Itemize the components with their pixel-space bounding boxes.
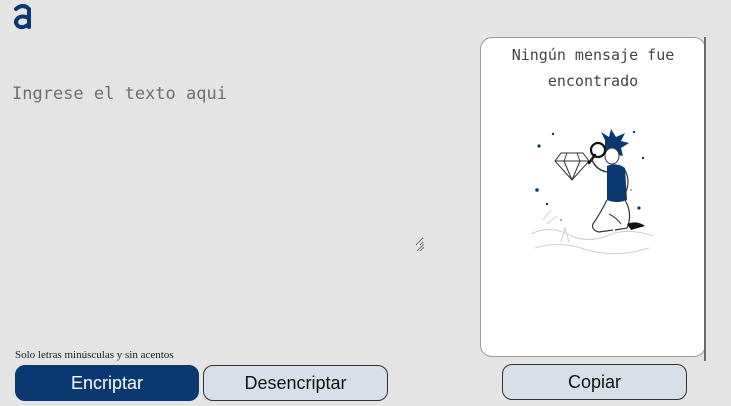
page: Solo letras minúsculas y sin acentos Enc… [0, 0, 731, 406]
text-input[interactable] [12, 84, 424, 246]
encrypt-button[interactable]: Encriptar [15, 365, 199, 401]
person-with-magnifier-icon [521, 124, 661, 264]
copy-button[interactable]: Copiar [502, 364, 687, 400]
resize-grip-icon[interactable] [416, 238, 425, 252]
decrypt-button[interactable]: Desencriptar [203, 365, 388, 401]
output-panel-scroll-edge [704, 37, 706, 361]
empty-message: Ningún mensaje fue encontrado [511, 46, 675, 90]
alura-logo-icon [12, 4, 34, 30]
output-panel: Ningún mensaje fue encontrado [480, 37, 706, 357]
input-hint: Solo letras minúsculas y sin acentos [15, 349, 174, 361]
